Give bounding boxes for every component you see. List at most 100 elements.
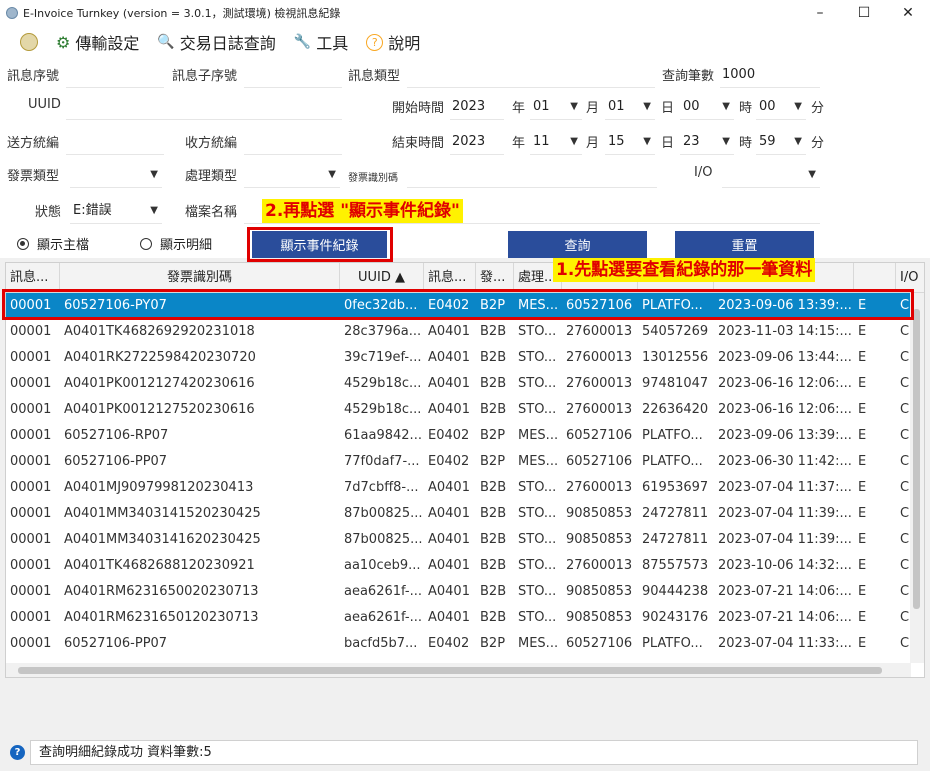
- horizontal-scrollbar[interactable]: [6, 663, 911, 677]
- cell-time: 2023-09-06 13:44:...: [718, 350, 852, 365]
- cell-receiver: PLATFO...: [642, 636, 703, 651]
- cell-receiver: 22636420: [642, 402, 709, 417]
- end-time-label: 結束時間: [392, 136, 445, 151]
- menu-label: 說明: [388, 34, 421, 53]
- cell-sender: 27600013: [566, 376, 633, 391]
- invoice-type-select[interactable]: ▼: [70, 161, 162, 188]
- vertical-scrollbar[interactable]: [910, 293, 924, 663]
- cell-uuid: aea6261f-...: [344, 584, 422, 599]
- msg-sub-seq-label: 訊息子序號: [172, 69, 238, 84]
- cell-inv-type: B2B: [480, 324, 507, 339]
- cell-msg-seq: 00001: [10, 402, 52, 417]
- chevron-down-icon: ▼: [794, 101, 802, 112]
- msg-seq-input[interactable]: [66, 61, 164, 88]
- end-day-select[interactable]: 15 ▼: [605, 128, 655, 155]
- annotation-step1: 1.先點選要查看紀錄的那一筆資料: [553, 258, 816, 282]
- receiver-input[interactable]: [244, 128, 342, 155]
- cell-uuid: 4529b18c...: [344, 376, 422, 391]
- end-min-select[interactable]: 59 ▼: [756, 128, 806, 155]
- table-row[interactable]: 00001 A0401RM6231650020230713 aea6261f-...…: [6, 579, 911, 605]
- table-row[interactable]: 00001 A0401TK4682692920231018 28c3796a... A…: [6, 319, 911, 345]
- start-year-input[interactable]: 2023: [450, 93, 504, 120]
- window-title: E-Invoice Turnkey (version = 3.0.1，測試環境)…: [23, 7, 341, 20]
- menu-help[interactable]: ? 說明: [366, 30, 420, 54]
- cell-uuid: 7d7cbff8-...: [344, 480, 419, 495]
- sender-input[interactable]: [66, 128, 164, 155]
- cell-invoice-id: A0401MM3403141520230425: [64, 506, 261, 521]
- end-month-select[interactable]: 11 ▼: [530, 128, 582, 155]
- process-type-select[interactable]: ▼: [244, 161, 340, 188]
- uuid-input[interactable]: [66, 93, 342, 120]
- table-row[interactable]: 00001 A0401PK0012127420230616 4529b18c... A…: [6, 371, 911, 397]
- radio-label: 顯示明細: [160, 238, 213, 253]
- table-row[interactable]: 00001 A0401RM6231650120230713 aea6261f-...…: [6, 605, 911, 631]
- end-year-input[interactable]: 2023: [450, 128, 504, 155]
- menu-transfer-settings[interactable]: ⚙ 傳輸設定: [56, 30, 139, 54]
- cell-sender: 90850853: [566, 584, 633, 599]
- table-row[interactable]: 00001 A0401PK0012127520230616 4529b18c... A…: [6, 397, 911, 423]
- table-row[interactable]: 00001 60527106-RP07 61aa9842... E0402 B2P MES…: [6, 423, 911, 449]
- cell-time: 2023-07-04 11:39:...: [718, 532, 852, 547]
- io-select[interactable]: ▼: [722, 161, 820, 188]
- maximize-button[interactable]: ☐: [842, 0, 886, 26]
- cell-msg-seq: 00001: [10, 428, 52, 443]
- menu-tools[interactable]: 🔧 工具: [294, 30, 348, 54]
- start-month-select[interactable]: 01 ▼: [530, 93, 582, 120]
- end-hour-select[interactable]: 23 ▼: [680, 128, 734, 155]
- radio-show-detail[interactable]: 顯示明細: [140, 234, 212, 253]
- close-button[interactable]: ✕: [886, 0, 930, 26]
- radio-show-master[interactable]: 顯示主檔: [17, 234, 89, 253]
- table-row[interactable]: 00001 A0401MM3403141620230425 87b00825... A…: [6, 527, 911, 553]
- menu-label: 傳輸設定: [75, 34, 140, 53]
- cell-msg-seq: 00001: [10, 454, 52, 469]
- invoice-id-input[interactable]: [407, 161, 657, 188]
- search-icon: 🔍: [157, 34, 175, 50]
- cell-time: 2023-07-21 14:06:...: [718, 610, 852, 625]
- table-row[interactable]: 00001 A0401TK4682688120230921 aa10ceb9... A…: [6, 553, 911, 579]
- chevron-down-icon: ▼: [722, 101, 730, 112]
- selected-value: 59: [759, 134, 776, 149]
- table-row[interactable]: 00001 A0401MM3403141520230425 87b00825... A…: [6, 501, 911, 527]
- cell-inv-type: B2P: [480, 636, 506, 651]
- unit-day: 日: [661, 101, 675, 116]
- scroll-thumb[interactable]: [913, 309, 920, 609]
- menu-transaction-log[interactable]: 🔍 交易日誌查詢: [157, 30, 275, 54]
- start-day-select[interactable]: 01 ▼: [605, 93, 655, 120]
- cell-msg-seq: 00001: [10, 610, 52, 625]
- cell-sender: 60527106: [566, 428, 633, 443]
- table-row[interactable]: 00001 A0401RK2722598420230720 39c719ef-...…: [6, 345, 911, 371]
- chevron-down-icon: ▼: [808, 169, 816, 180]
- menu-label: 交易日誌查詢: [179, 34, 276, 53]
- cell-uuid: 87b00825...: [344, 506, 423, 521]
- cell-inv-type: B2B: [480, 532, 507, 547]
- start-min-select[interactable]: 00 ▼: [756, 93, 806, 120]
- cell-invoice-id: A0401RM6231650020230713: [64, 584, 259, 599]
- reset-button[interactable]: 重置: [675, 231, 814, 258]
- cell-status: E: [858, 376, 867, 391]
- cell-inv-type: B2B: [480, 506, 507, 521]
- start-hour-select[interactable]: 00 ▼: [680, 93, 734, 120]
- chevron-down-icon: ▼: [150, 169, 158, 180]
- cell-msg-type: E0402: [428, 636, 470, 651]
- status-select[interactable]: E:錯誤 ▼: [70, 197, 162, 224]
- cell-invoice-id: A0401RK2722598420230720: [64, 350, 256, 365]
- table-row[interactable]: 00001 60527106-PP07 77f0daf7-... E0402 B2P ME…: [6, 449, 911, 475]
- table-row[interactable]: 00001 A0401MJ9097998120230413 7d7cbff8-...…: [6, 475, 911, 501]
- home-logo-icon[interactable]: [20, 33, 38, 51]
- minimize-button[interactable]: –: [798, 0, 842, 26]
- selected-value: E:錯誤: [73, 203, 112, 218]
- invoice-id-label: 發票識別碼: [348, 173, 398, 184]
- query-button[interactable]: 查詢: [508, 231, 647, 258]
- cell-msg-type: A0401: [428, 376, 470, 391]
- msg-type-input[interactable]: [407, 61, 655, 88]
- cell-inv-type: B2B: [480, 558, 507, 573]
- table-row[interactable]: 00001 60527106-PP07 bacfd5b7... E0402 B2P MES…: [6, 631, 911, 657]
- cell-receiver: 97481047: [642, 376, 709, 391]
- uuid-label: UUID: [28, 97, 61, 112]
- msg-sub-seq-input[interactable]: [244, 61, 342, 88]
- scroll-thumb[interactable]: [18, 667, 882, 674]
- cell-msg-type: A0401: [428, 532, 470, 547]
- query-count-input[interactable]: 1000: [720, 61, 820, 88]
- cell-process: MES...: [518, 454, 559, 469]
- cell-process: STO...: [518, 376, 557, 391]
